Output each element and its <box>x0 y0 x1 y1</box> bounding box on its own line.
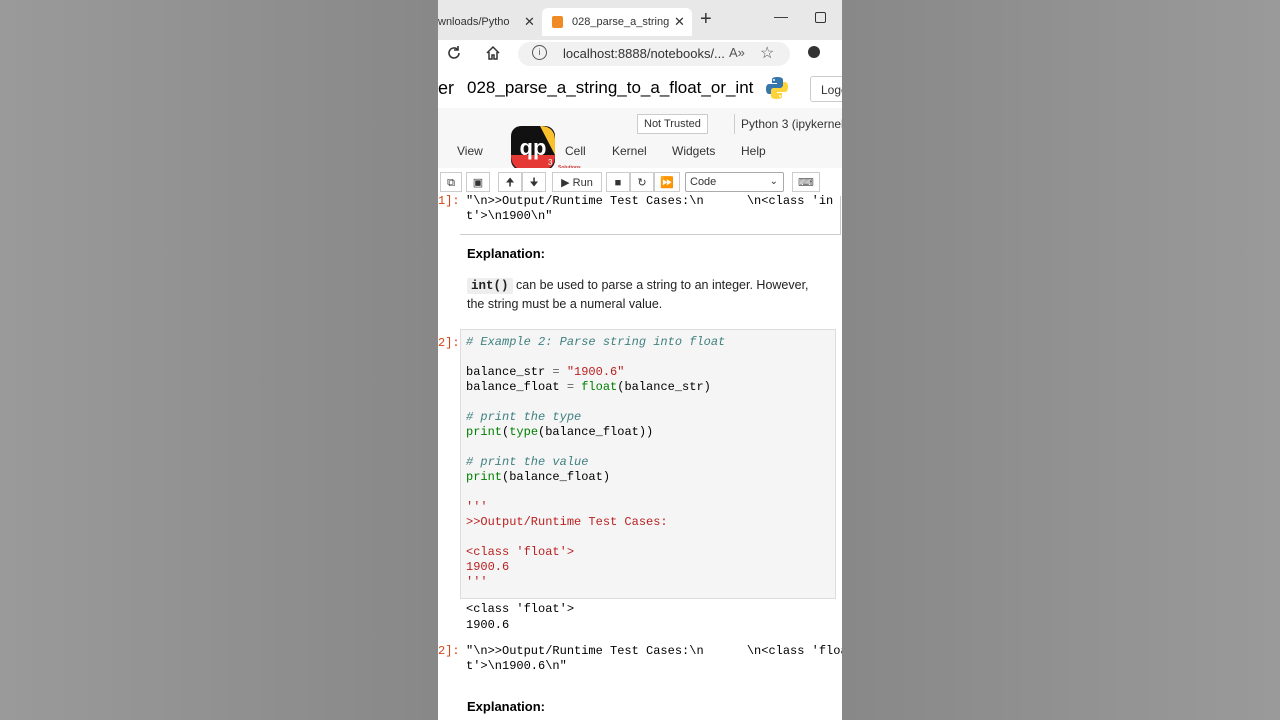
output-prompt-2: 2]: <box>438 644 460 658</box>
notebook-header: er 028_parse_a_string_to_a_float_or_int … <box>438 68 842 108</box>
code-token: balance_float <box>466 380 567 394</box>
output-text-1: "\n>>Output/Runtime Test Cases:\n \n<cla… <box>466 194 834 223</box>
code-token: (balance_float) <box>502 470 611 484</box>
tab-label: 028_parse_a_string <box>572 16 670 28</box>
output-prompt-1: 1]: <box>438 194 460 208</box>
url-field[interactable]: i localhost:8888/notebooks/... A» ☆ <box>518 42 790 66</box>
stdout-line: 1900.6 <box>466 618 510 632</box>
logout-button[interactable]: Logo <box>810 76 842 102</box>
run-label: Run <box>572 177 593 189</box>
move-up-icon[interactable]: 🠉 <box>498 172 522 192</box>
menu-help[interactable]: Help <box>741 144 766 158</box>
address-bar: i localhost:8888/notebooks/... A» ☆ <box>438 40 842 68</box>
keyboard-icon[interactable]: ⌨ <box>792 172 820 192</box>
browser-window: wnloads/Pytho ✕ 028_parse_a_string ✕ + —… <box>438 0 842 720</box>
restart-icon[interactable]: ↻ <box>630 172 654 192</box>
fast-forward-icon[interactable]: ⏩ <box>654 172 680 192</box>
code-token: = <box>552 365 560 379</box>
move-down-icon[interactable]: 🠋 <box>522 172 546 192</box>
info-icon[interactable]: i <box>532 45 547 60</box>
explanation-text: can be used to parse a string to an inte… <box>467 278 809 311</box>
notebook-content: 1]: "\n>>Output/Runtime Test Cases:\n \n… <box>438 194 842 720</box>
code-token: (balance_float)) <box>538 425 654 439</box>
not-trusted-badge[interactable]: Not Trusted <box>637 114 708 134</box>
stop-icon[interactable]: ■ <box>606 172 630 192</box>
maximize-icon[interactable] <box>815 12 826 23</box>
favorites-icon[interactable]: ☆ <box>760 43 774 63</box>
code-builtin: print <box>466 425 503 439</box>
menu-cell[interactable]: Cell <box>565 144 586 158</box>
tab-downloads[interactable]: wnloads/Pytho ✕ <box>438 8 538 36</box>
kernel-indicator[interactable]: Python 3 (ipykernel <box>734 114 842 134</box>
code-builtin: print <box>466 470 503 484</box>
explanation-paragraph: int() can be used to parse a string to a… <box>467 276 817 313</box>
explanation-heading: Explanation: <box>467 699 546 714</box>
new-tab-icon[interactable]: + <box>700 8 712 31</box>
jupyter-favicon-icon <box>552 16 563 28</box>
explanation-heading: Explanation: <box>467 246 546 261</box>
tab-bar: wnloads/Pytho ✕ 028_parse_a_string ✕ + — <box>438 0 842 40</box>
chevron-down-icon: ⌄ <box>769 176 778 187</box>
python-logo-icon <box>766 77 788 99</box>
code-docstring: <class 'float'> <box>466 545 575 559</box>
close-icon[interactable]: ✕ <box>524 14 535 30</box>
code-token: balance_str <box>466 365 553 379</box>
url-text: localhost:8888/notebooks/... <box>563 46 725 61</box>
qp-letters: qp <box>520 135 547 160</box>
menu-view[interactable]: View <box>457 144 483 158</box>
code-comment: # Example 2: Parse string into float <box>466 335 726 349</box>
read-aloud-icon[interactable]: A» <box>729 45 745 60</box>
code-string: "1900.6" <box>559 365 625 379</box>
copy-icon[interactable]: ⧉ <box>440 172 462 192</box>
code-builtin: float <box>581 380 618 394</box>
code-token: = <box>566 380 575 394</box>
menu-widgets[interactable]: Widgets <box>672 144 715 158</box>
blurred-right-background <box>842 0 1280 720</box>
notebook-title[interactable]: 028_parse_a_string_to_a_float_or_int <box>467 78 753 98</box>
code-editor[interactable]: # Example 2: Parse string into float bal… <box>466 335 725 590</box>
notebook-toolbar: ⧉ ▣ 🠉 🠋 ▶ Run ■ ↻ ⏩ Code ⌄ ⌨ <box>438 168 842 196</box>
output-text-2: "\n>>Output/Runtime Test Cases:\n \n<cla… <box>466 644 842 673</box>
home-icon[interactable] <box>485 45 501 61</box>
code-cell-2[interactable]: # Example 2: Parse string into float bal… <box>460 329 836 599</box>
menu-kernel[interactable]: Kernel <box>612 144 647 158</box>
paste-icon[interactable]: ▣ <box>466 172 490 192</box>
code-comment: # print the type <box>466 410 582 424</box>
code-token: (balance_str) <box>617 380 711 394</box>
inline-code: int() <box>467 278 513 294</box>
stdout-line: <class 'float'> <box>466 602 575 616</box>
qp-watermark-logo: qp 3 <box>511 126 555 170</box>
run-button[interactable]: ▶ Run <box>552 172 602 192</box>
menu-bar: Not Trusted Python 3 (ipykernel View Cel… <box>438 108 842 169</box>
cell-type-value: Code <box>690 176 717 188</box>
input-prompt-2: 2]: <box>438 336 460 350</box>
cell-type-select[interactable]: Code ⌄ <box>685 172 784 192</box>
code-comment: # print the value <box>466 455 589 469</box>
code-docstring: ''' <box>466 500 488 514</box>
code-docstring: >>Output/Runtime Test Cases: <box>466 515 668 529</box>
code-docstring: ''' <box>466 575 488 589</box>
close-icon[interactable]: ✕ <box>674 14 685 30</box>
refresh-icon[interactable] <box>446 45 462 61</box>
play-icon: ▶ <box>561 177 570 189</box>
qp-sup: 3 <box>548 158 553 167</box>
extension-icon[interactable] <box>808 46 820 58</box>
blurred-left-background <box>0 0 438 720</box>
code-builtin: type <box>509 425 539 439</box>
tab-notebook[interactable]: 028_parse_a_string ✕ <box>542 8 692 36</box>
code-docstring: 1900.6 <box>466 560 510 574</box>
tab-label: wnloads/Pytho <box>438 16 510 28</box>
minimize-icon[interactable]: — <box>774 8 788 24</box>
jupyter-logo-fragment[interactable]: er <box>438 78 454 99</box>
